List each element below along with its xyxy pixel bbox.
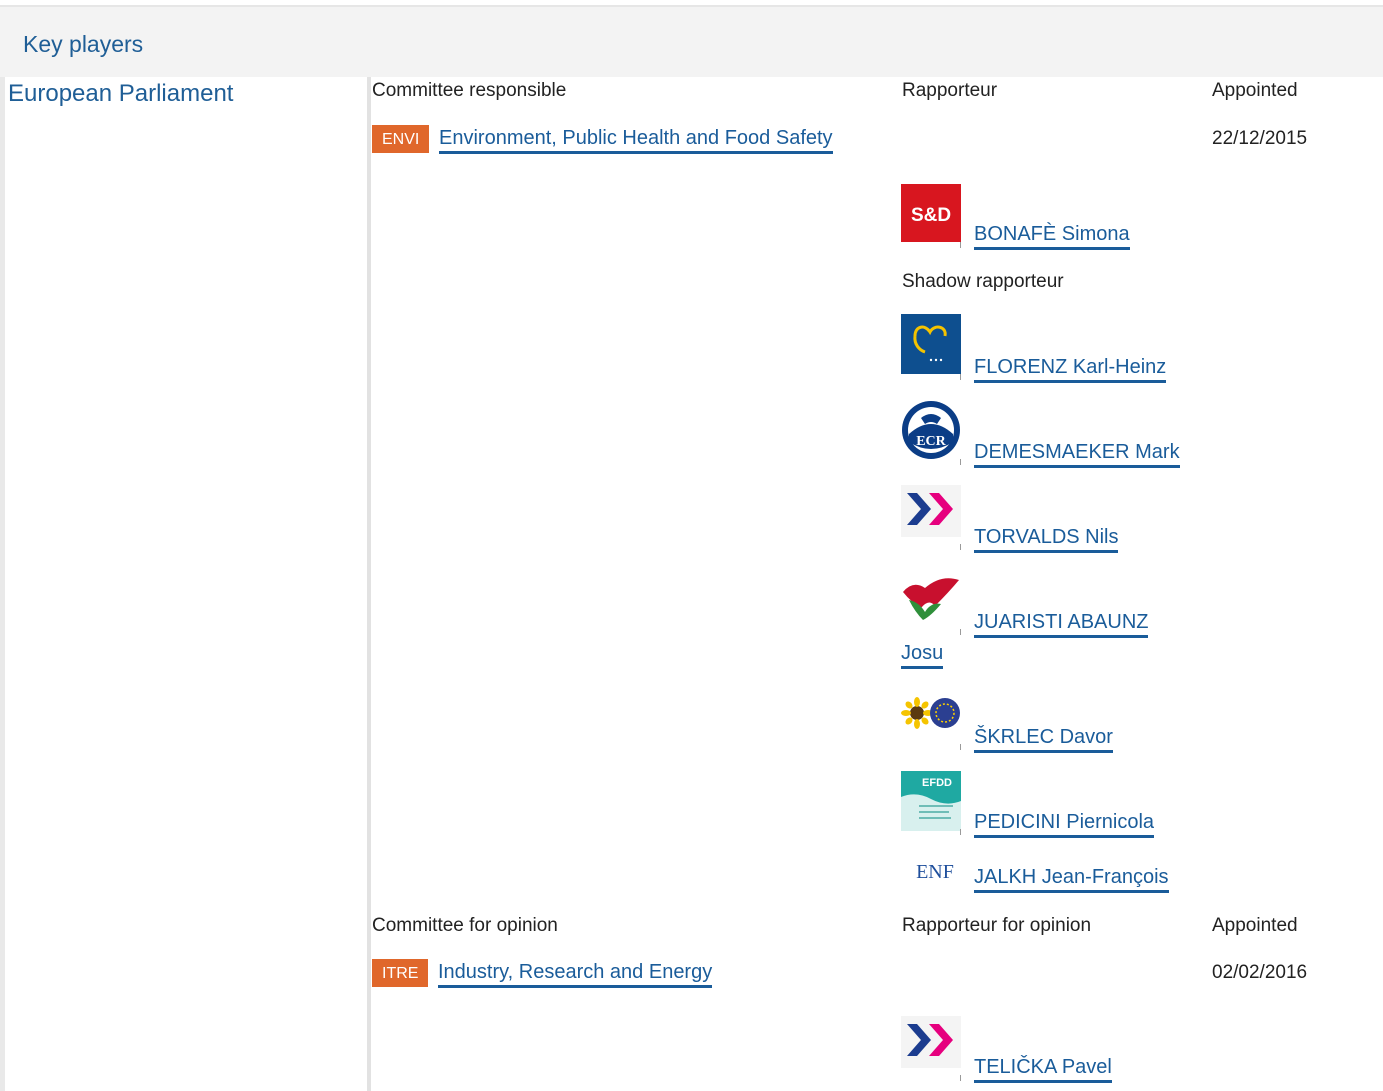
logo-tick <box>960 374 961 380</box>
enf-logo-icon: ENF <box>901 856 961 888</box>
opinion-appointed-date: 02/02/2016 <box>1212 962 1308 983</box>
svg-text:ENF: ENF <box>916 861 954 883</box>
svg-text:S&D: S&D <box>911 205 951 226</box>
ecr-logo-icon: ECR <box>901 400 961 460</box>
shadow-link-florenz[interactable]: FLORENZ Karl-Heinz <box>974 356 1167 383</box>
shadow-link-juaristi[interactable]: JUARISTI ABAUNZ <box>974 611 1149 638</box>
institution-label: European Parliament <box>8 80 234 107</box>
logo-tick <box>960 544 961 550</box>
shadow-link-pedicini[interactable]: PEDICINI Piernicola <box>974 811 1155 838</box>
committee-opinion-label: Committee for opinion <box>372 915 558 936</box>
alde-logo-icon <box>901 1016 961 1076</box>
shadow-rapporteur-label: Shadow rapporteur <box>902 271 1064 292</box>
logo-tick <box>960 629 961 635</box>
svg-text:ECR: ECR <box>916 434 946 449</box>
opinion-appointed-label: Appointed <box>1212 915 1298 936</box>
shadow-link-demesmaeker[interactable]: DEMESMAEKER Mark <box>974 441 1180 468</box>
rapporteur-link[interactable]: BONAFÈ Simona <box>974 223 1130 250</box>
logo-tick <box>960 829 961 835</box>
rapporteur-label: Rapporteur <box>902 80 998 101</box>
logo-tick <box>960 242 961 248</box>
committee-link-itre[interactable]: Industry, Research and Energy <box>438 961 713 988</box>
column-divider <box>367 77 371 1091</box>
appointed-label: Appointed <box>1212 80 1298 101</box>
gue-ngl-logo-icon <box>901 572 961 632</box>
efdd-logo-icon: EFDD <box>901 771 961 831</box>
logo-tick <box>960 459 961 465</box>
logo-tick <box>960 744 961 750</box>
key-players-header: Key players <box>0 5 1383 77</box>
committee-responsible-label: Committee responsible <box>372 80 567 101</box>
alde-logo-icon <box>901 485 961 545</box>
sd-logo-icon: S&D <box>901 184 961 244</box>
opinion-rapporteur-link[interactable]: TELIČKA Pavel <box>974 1056 1112 1083</box>
greens-efa-logo-icon <box>901 697 961 757</box>
rapporteur-opinion-label: Rapporteur for opinion <box>902 915 1092 936</box>
committee-link-envi[interactable]: Environment, Public Health and Food Safe… <box>439 127 833 154</box>
page-title: Key players <box>23 31 144 57</box>
committee-code-badge: ENVI <box>372 125 430 153</box>
svg-text:EFDD: EFDD <box>922 777 952 789</box>
shadow-link-juaristi-line2[interactable]: Josu <box>901 642 944 669</box>
shadow-link-torvalds[interactable]: TORVALDS Nils <box>974 526 1119 553</box>
shadow-link-skrlec[interactable]: ŠKRLEC Davor <box>974 726 1113 753</box>
epp-logo-icon <box>901 314 961 374</box>
appointed-date: 22/12/2015 <box>1212 128 1308 149</box>
institution-column: European Parliament <box>0 77 370 1091</box>
logo-tick <box>960 1075 961 1081</box>
shadow-link-jalkh[interactable]: JALKH Jean-François <box>974 866 1169 893</box>
committee-code-badge: ITRE <box>372 959 429 987</box>
